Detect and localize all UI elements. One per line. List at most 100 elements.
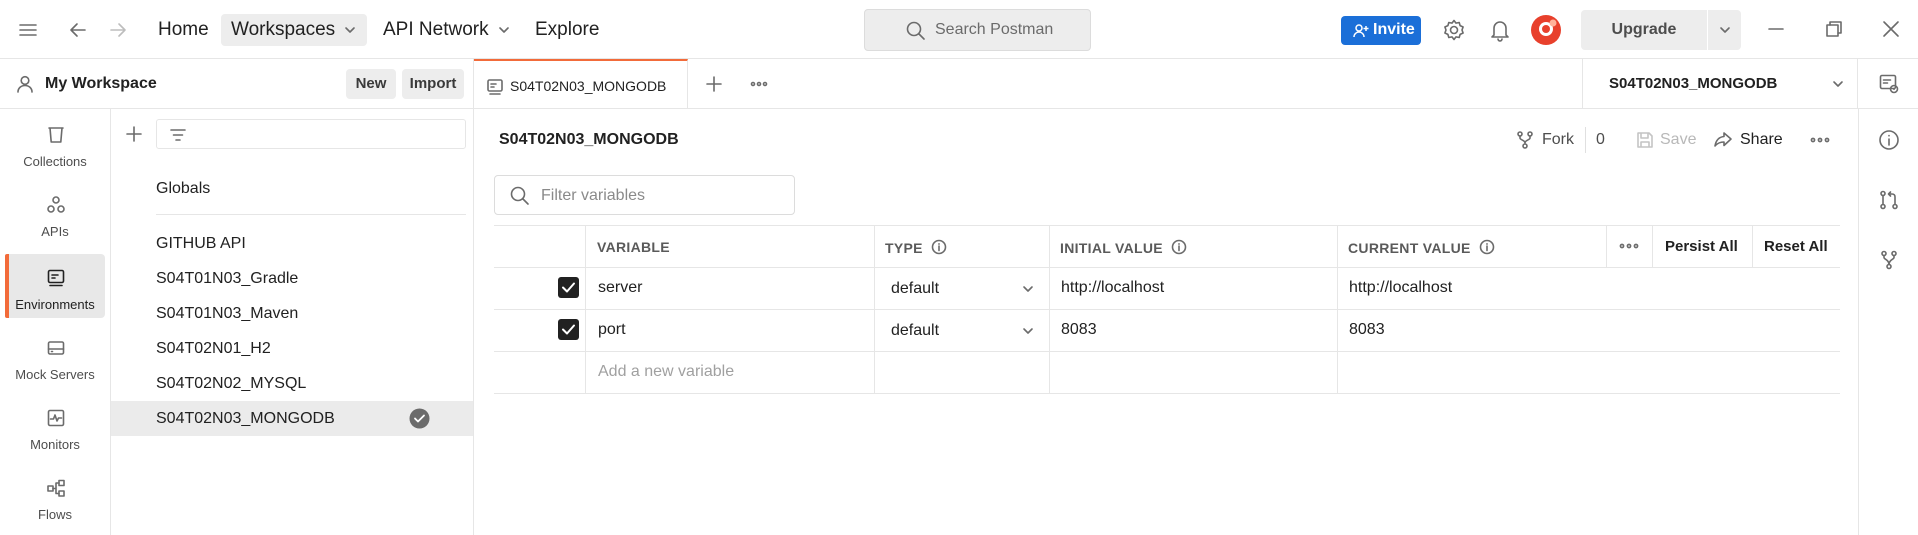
initial-value-cell[interactable]: http://localhost [1061,279,1164,297]
column-divider [585,225,586,393]
more-options-icon[interactable] [1809,130,1831,150]
variables-table: VARIABLE TYPE INITIAL VALUE CURRENT VALU… [494,225,1840,394]
variable-name[interactable]: server [598,279,642,297]
environment-filter-input[interactable] [156,119,466,149]
close-icon[interactable] [1881,19,1901,39]
persist-all-button[interactable]: Persist All [1665,238,1738,255]
header-initial-value: INITIAL VALUE [1060,239,1187,256]
fork-count: 0 [1596,131,1605,148]
column-divider [1337,225,1338,393]
flows-icon [46,478,66,498]
import-button[interactable]: Import [402,69,464,99]
save-button[interactable]: Save [1660,131,1696,149]
chevron-down-icon[interactable] [1021,282,1035,296]
environment-item-active[interactable]: S04T02N03_MONGODB [111,401,473,436]
info-icon[interactable] [931,239,947,255]
nav-api-network[interactable]: API Network [373,14,521,46]
filter-variables-placeholder: Filter variables [541,187,646,204]
upgrade-button[interactable]: Upgrade [1581,10,1707,50]
more-tabs-icon[interactable] [749,75,769,93]
settings-gear-icon[interactable] [1442,18,1466,42]
fork-button[interactable]: Fork [1542,131,1574,149]
tab-environment[interactable]: S04T02N03_MONGODB [474,59,688,109]
add-variable-input[interactable]: Add a new variable [598,363,734,381]
restore-icon[interactable] [1824,19,1844,39]
chevron-down-icon[interactable] [1021,324,1035,338]
workspace-name[interactable]: My Workspace [45,75,157,93]
reset-all-button[interactable]: Reset All [1764,238,1828,255]
environment-item[interactable]: S04T02N02_MYSQL [111,366,473,401]
invite-button[interactable]: Invite [1341,16,1421,45]
apis-icon [46,195,66,215]
info-icon[interactable] [1878,129,1900,151]
user-icon [15,74,35,94]
notifications-bell-icon[interactable] [1489,18,1511,42]
share-button[interactable]: Share [1740,131,1783,149]
environment-item[interactable]: S04T01N03_Maven [111,296,473,331]
nav-api-network-label: API Network [383,19,489,40]
environment-item[interactable]: S04T02N01_H2 [111,331,473,366]
current-value-cell[interactable]: 8083 [1349,321,1385,339]
divider [1585,127,1586,153]
top-bar: Home Workspaces API Network Explore Sear… [0,0,1918,59]
environment-item[interactable]: GITHUB API [111,226,473,261]
new-tab-plus-icon[interactable] [705,75,723,93]
rail-item-apis[interactable]: APIs [5,181,105,245]
pull-request-icon[interactable] [1878,189,1900,211]
chevron-down-icon [343,23,357,37]
environment-quick-look-icon[interactable] [1878,73,1900,95]
rail-label: Flows [38,507,72,522]
right-context-rail [1858,109,1918,535]
header-type: TYPE [885,239,947,256]
upgrade-dropdown[interactable] [1708,10,1741,50]
table-border [494,393,1840,394]
share-icon[interactable] [1713,130,1733,150]
rail-item-environments[interactable]: Environments [5,254,105,318]
chevron-down-icon [1718,23,1732,37]
environment-tab-icon [486,78,504,96]
tab-label: S04T02N03_MONGODB [510,78,667,94]
save-icon[interactable] [1635,130,1655,150]
info-icon[interactable] [1479,239,1495,255]
globals-item[interactable]: Globals [111,171,473,206]
invite-label: Invite [1373,21,1415,38]
filter-variables-input[interactable]: Filter variables [494,175,795,215]
forward-arrow-icon[interactable] [107,19,129,41]
environment-title[interactable]: S04T02N03_MONGODB [499,131,679,149]
info-icon[interactable] [1171,239,1187,255]
menu-icon[interactable] [17,19,39,41]
search-bar[interactable]: Search Postman [864,9,1091,51]
rail-item-monitors[interactable]: Monitors [5,394,105,458]
search-icon [509,185,531,207]
rail-item-flows[interactable]: Flows [5,464,105,528]
type-select-value[interactable]: default [891,322,939,340]
active-check-icon[interactable] [409,408,430,429]
column-divider [1752,225,1753,267]
row-checkbox-checked[interactable] [558,319,579,340]
initial-value-cell[interactable]: 8083 [1061,321,1097,339]
nav-explore[interactable]: Explore [525,14,609,46]
minimize-icon[interactable] [1766,19,1786,39]
fork-icon[interactable] [1515,130,1535,150]
back-arrow-icon[interactable] [67,19,89,41]
nav-workspaces[interactable]: Workspaces [221,14,368,46]
row-checkbox-checked[interactable] [558,277,579,298]
environment-selector[interactable]: S04T02N03_MONGODB [1582,59,1858,109]
type-select-value[interactable]: default [891,280,939,298]
environment-item[interactable]: S04T01N03_Gradle [111,261,473,296]
rail-item-collections[interactable]: Collections [5,111,105,175]
table-border [494,351,1840,352]
nav-home[interactable]: Home [148,14,219,46]
mock-servers-icon [46,338,66,358]
sidebar-icon-rail: Collections APIs Environments Mock Serve… [0,109,111,535]
environment-selector-value: S04T02N03_MONGODB [1609,75,1778,92]
filter-icon [169,126,187,144]
rail-item-mock-servers[interactable]: Mock Servers [5,324,105,388]
fork-icon[interactable] [1878,249,1900,271]
variable-name[interactable]: port [598,321,626,339]
current-value-cell[interactable]: http://localhost [1349,279,1452,297]
avatar[interactable] [1530,14,1562,46]
table-more-icon[interactable] [1618,238,1640,254]
new-button[interactable]: New [346,69,396,99]
add-environment-icon[interactable] [125,125,143,143]
